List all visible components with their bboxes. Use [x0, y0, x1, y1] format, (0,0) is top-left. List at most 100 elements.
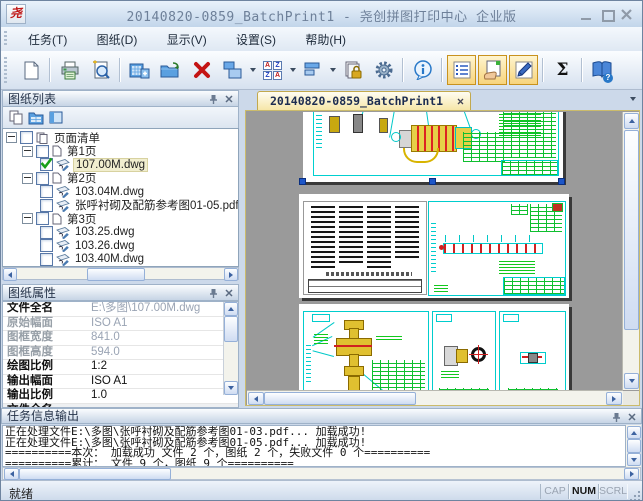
settings-button[interactable] — [369, 55, 398, 85]
selection-handle[interactable] — [558, 178, 565, 185]
tree-item-page3[interactable]: 第3页 — [3, 212, 238, 226]
preview-viewport[interactable] — [247, 112, 622, 390]
menu-task[interactable]: 任务(T) — [15, 27, 80, 51]
properties-scrollbar[interactable] — [223, 302, 238, 395]
print-button[interactable] — [55, 55, 84, 85]
log-vertical-scrollbar[interactable] — [626, 425, 641, 467]
property-value[interactable]: 1:2 — [91, 360, 107, 374]
scroll-up-button[interactable] — [627, 426, 641, 439]
checkbox-checked[interactable] — [40, 158, 53, 171]
scroll-thumb[interactable] — [624, 130, 639, 330]
tree-horizontal-scrollbar[interactable] — [2, 267, 239, 280]
tab-batchprint[interactable]: 20140820-0859_BatchPrint1 — [257, 91, 471, 110]
lock-pages-button[interactable] — [338, 55, 367, 85]
selection-handle[interactable] — [429, 178, 436, 185]
toggle-log-button[interactable] — [509, 55, 538, 85]
close-panel-button[interactable] — [624, 410, 639, 424]
tab-close-button[interactable] — [457, 94, 464, 108]
sort-button[interactable]: AZ ZA — [258, 55, 287, 85]
expander-icon[interactable] — [6, 132, 17, 143]
menu-settings[interactable]: 设置(S) — [223, 27, 289, 51]
menubar-grip[interactable] — [4, 31, 7, 47]
layout-dropdown[interactable] — [248, 56, 257, 84]
align-dropdown[interactable] — [328, 56, 337, 84]
scroll-thumb[interactable] — [264, 392, 416, 405]
panel-view-button[interactable] — [46, 109, 66, 127]
pin-button[interactable] — [609, 410, 624, 424]
checkbox[interactable] — [36, 172, 49, 185]
tree-item-file[interactable]: 107.00M.dwg — [3, 158, 238, 172]
expander-icon[interactable] — [22, 213, 33, 224]
scroll-down-button[interactable] — [624, 373, 639, 389]
close-panel-button[interactable] — [221, 286, 236, 300]
checkbox[interactable] — [40, 253, 53, 266]
scroll-thumb[interactable] — [19, 468, 171, 480]
toolbar-grip[interactable] — [4, 57, 7, 83]
expander-icon[interactable] — [22, 173, 33, 184]
info-button[interactable] — [408, 55, 437, 85]
property-value[interactable]: ISO A1 — [91, 375, 127, 389]
expander-icon[interactable] — [22, 146, 33, 157]
property-value[interactable]: E:\多图\107.00M.dwg — [91, 302, 200, 316]
tree-item-file[interactable]: 103.40M.dwg — [3, 253, 238, 267]
add-drawing-button[interactable] — [125, 55, 154, 85]
tree-item-file[interactable]: 103.26.dwg — [3, 239, 238, 253]
checkbox[interactable] — [36, 212, 49, 225]
toggle-list-view-button[interactable] — [447, 55, 476, 85]
tree-item-file[interactable]: 103.25.dwg — [3, 226, 238, 240]
tree-item-page1[interactable]: 第1页 — [3, 145, 238, 159]
page-view-button[interactable] — [6, 109, 26, 127]
align-button[interactable] — [298, 55, 327, 85]
scroll-up-button[interactable] — [624, 113, 639, 129]
print-preview-button[interactable] — [86, 55, 115, 85]
delete-button[interactable] — [187, 55, 216, 85]
scroll-left-button[interactable] — [4, 468, 19, 480]
resize-grip[interactable] — [628, 489, 640, 501]
scroll-thumb[interactable] — [627, 439, 641, 453]
tab-list-dropdown[interactable] — [630, 97, 636, 101]
tree-item-root[interactable]: 页面清单 — [3, 131, 238, 145]
summary-button[interactable]: Σ — [548, 55, 577, 85]
checkbox[interactable] — [40, 239, 53, 252]
maximize-button[interactable] — [599, 9, 615, 21]
close-panel-button[interactable] — [221, 92, 236, 106]
pin-button[interactable] — [206, 286, 221, 300]
checkbox[interactable] — [20, 131, 33, 144]
add-folder-button[interactable] — [156, 55, 185, 85]
scroll-down-button[interactable] — [224, 381, 238, 395]
pin-button[interactable] — [206, 92, 221, 106]
preview-page-2[interactable] — [299, 194, 569, 298]
preview-page-1[interactable] — [303, 112, 563, 182]
scroll-up-button[interactable] — [224, 302, 238, 316]
sort-dropdown[interactable] — [288, 56, 297, 84]
preview-page-3[interactable] — [299, 304, 569, 390]
folder-view-button[interactable] — [26, 109, 46, 127]
minimize-button[interactable] — [578, 9, 594, 21]
tree-item-page2[interactable]: 第2页 — [3, 172, 238, 186]
checkbox[interactable] — [40, 185, 53, 198]
close-button[interactable] — [619, 9, 635, 21]
checkbox[interactable] — [40, 226, 53, 239]
log-horizontal-scrollbar[interactable] — [2, 467, 641, 480]
scroll-right-button[interactable] — [624, 468, 639, 480]
scroll-down-button[interactable] — [627, 453, 641, 466]
preview-horizontal-scrollbar[interactable] — [247, 390, 623, 405]
menu-drawing[interactable]: 图纸(D) — [84, 27, 151, 51]
preview-vertical-scrollbar[interactable] — [622, 112, 639, 390]
menu-view[interactable]: 显示(V) — [154, 27, 220, 51]
menu-help[interactable]: 帮助(H) — [292, 27, 359, 51]
scroll-left-button[interactable] — [248, 392, 264, 405]
tree-item-file[interactable]: 张呼衬砌及配筋参考图01-05.pdf — [3, 199, 238, 213]
checkbox[interactable] — [36, 145, 49, 158]
scroll-right-button[interactable] — [606, 392, 622, 405]
toggle-properties-button[interactable] — [478, 55, 507, 85]
toolbar-separator — [441, 58, 443, 82]
pdf-column — [395, 206, 419, 259]
scroll-thumb[interactable] — [224, 316, 238, 342]
layout-tile-button[interactable] — [218, 55, 247, 85]
help-button[interactable]: ? — [587, 55, 616, 85]
property-value[interactable]: 1.0 — [91, 389, 107, 403]
checkbox[interactable] — [40, 199, 53, 212]
selection-handle[interactable] — [299, 178, 306, 185]
new-task-button[interactable] — [16, 55, 45, 85]
